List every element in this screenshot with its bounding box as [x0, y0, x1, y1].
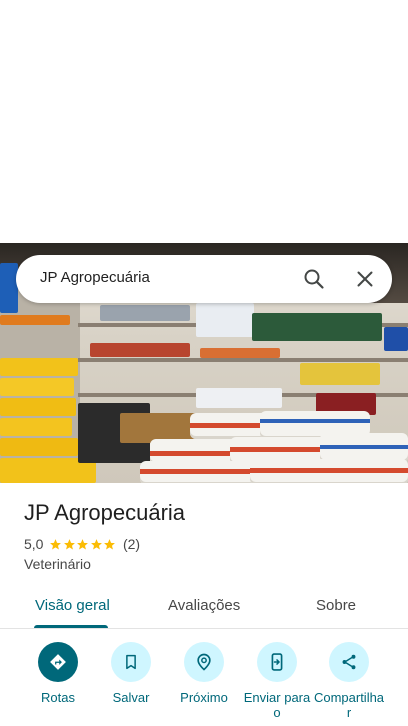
- photo-sack: [250, 459, 408, 483]
- directions-button-circle[interactable]: [38, 642, 78, 682]
- photo-bag: [0, 398, 76, 416]
- photo-bag: [0, 418, 72, 436]
- tabs-divider: [0, 628, 408, 629]
- map-area-blank: [0, 0, 408, 243]
- share-button[interactable]: Compartilhar: [309, 640, 389, 720]
- star-rating: [49, 538, 117, 551]
- review-count[interactable]: (2): [123, 536, 140, 552]
- share-icon: [342, 654, 356, 670]
- search-bar[interactable]: JP Agropecuária: [16, 255, 392, 303]
- photo-boxes: [196, 303, 254, 337]
- rating-row[interactable]: 5,0 (2): [24, 536, 140, 552]
- directions-label: Rotas: [41, 690, 75, 705]
- nearby-label: Próximo: [180, 690, 228, 705]
- search-icon[interactable]: [302, 267, 326, 291]
- directions-icon: [50, 654, 66, 670]
- close-icon[interactable]: [353, 267, 377, 291]
- tab-overview[interactable]: Visão geral: [35, 597, 110, 614]
- star-icon: [64, 538, 75, 549]
- photo-bag: [0, 438, 78, 456]
- nearby-button-circle[interactable]: [184, 642, 224, 682]
- photo-products: [200, 348, 280, 358]
- photo-sack: [140, 461, 260, 483]
- send-to-phone-button[interactable]: Enviar para o: [237, 640, 317, 720]
- tab-reviews[interactable]: Avaliações: [168, 597, 240, 614]
- place-category: Veterinário: [24, 556, 91, 572]
- send-to-phone-button-circle[interactable]: [257, 642, 297, 682]
- star-icon: [91, 538, 102, 549]
- share-label: Compartilhar: [313, 690, 385, 720]
- nearby-button[interactable]: Próximo: [164, 640, 244, 705]
- tab-bar: Visão geral Avaliações Sobre: [0, 588, 408, 628]
- place-title: JP Agropecuária: [24, 500, 186, 525]
- send-to-phone-label: Enviar para o: [243, 690, 311, 720]
- star-icon: [50, 538, 62, 549]
- photo-drum: [0, 263, 18, 313]
- photo-bag: [0, 378, 74, 396]
- photo-products: [300, 363, 380, 385]
- save-button-circle[interactable]: [111, 642, 151, 682]
- photo-shelf-orange: [0, 315, 70, 325]
- photo-products: [90, 343, 190, 357]
- photo-bottles: [196, 388, 282, 408]
- nearby-icon: [197, 653, 211, 671]
- star-icon: [104, 538, 116, 549]
- bookmark-icon: [126, 654, 136, 670]
- action-bar: Rotas Salvar Próximo Enviar para o Compa…: [0, 640, 408, 726]
- photo-products: [100, 305, 190, 321]
- directions-button[interactable]: Rotas: [18, 640, 98, 705]
- photo-blue-can: [384, 327, 408, 351]
- photo-bag: [0, 358, 78, 376]
- photo-shelf: [78, 358, 408, 362]
- photo-green-bottles: [252, 313, 382, 341]
- share-button-circle[interactable]: [329, 642, 369, 682]
- save-button[interactable]: Salvar: [91, 640, 171, 705]
- star-icon: [77, 538, 89, 549]
- search-query[interactable]: JP Agropecuária: [40, 269, 150, 286]
- save-label: Salvar: [112, 690, 150, 705]
- send-to-phone-icon: [271, 653, 283, 671]
- rating-value: 5,0: [24, 536, 44, 552]
- tab-about[interactable]: Sobre: [316, 597, 356, 614]
